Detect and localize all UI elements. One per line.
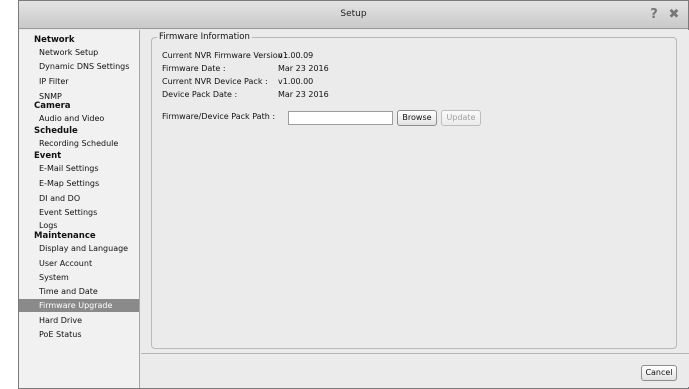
browse-button[interactable]: Browse [397,110,437,126]
sidebar-item-event-settings[interactable]: Event Settings [19,206,139,219]
sidebar-category-schedule: Schedule [34,126,78,136]
window-title: Setup [340,9,367,19]
sidebar-menu: Network Network Setup Dynamic DNS Settin… [19,30,140,388]
close-icon[interactable]: ✖ [666,7,682,23]
device-pack-value: v1.00.00 [278,77,314,86]
sidebar-item-email-settings[interactable]: E-Mail Settings [19,162,139,175]
sidebar-item-user-account[interactable]: User Account [19,257,139,270]
sidebar-item-recording-schedule[interactable]: Recording Schedule [19,137,139,150]
sidebar-category-network: Network [34,35,75,45]
path-label: Firmware/Device Pack Path : [162,112,276,121]
sidebar-category-event: Event [34,151,62,161]
firmware-path-input[interactable] [288,111,393,125]
sidebar-item-audio-video[interactable]: Audio and Video [19,112,139,125]
sidebar-item-network-setup[interactable]: Network Setup [19,46,139,59]
update-button[interactable]: Update [441,110,481,126]
pack-date-value: Mar 23 2016 [278,90,329,99]
sidebar-item-hard-drive[interactable]: Hard Drive [19,314,139,327]
footer-bar: Cancel [141,353,689,387]
firmware-date-value: Mar 23 2016 [278,64,329,73]
title-bar: Setup ? ✖ [19,1,688,29]
sidebar-item-time-date[interactable]: Time and Date [19,285,139,298]
nvr-version-label: Current NVR Firmware Version : [162,51,289,60]
pack-date-label: Device Pack Date : [162,90,238,99]
firmware-date-label: Firmware Date : [162,64,226,73]
sidebar-item-dynamic-dns[interactable]: Dynamic DNS Settings [19,60,139,73]
sidebar-item-ip-filter[interactable]: IP Filter [19,75,139,88]
nvr-version-value: v1.00.09 [278,51,314,60]
help-icon[interactable]: ? [646,7,662,23]
sidebar-item-display-language[interactable]: Display and Language [19,242,139,255]
device-pack-label: Current NVR Device Pack : [162,77,268,86]
main-panel: Firmware Information Current NVR Firmwar… [141,30,689,387]
firmware-info-group: Firmware Information Current NVR Firmwar… [151,32,677,349]
sidebar-item-emap-settings[interactable]: E-Map Settings [19,177,139,190]
group-title: Firmware Information [157,32,252,42]
sidebar-item-di-do[interactable]: DI and DO [19,192,139,205]
sidebar-item-firmware-upgrade[interactable]: Firmware Upgrade [19,299,139,312]
sidebar-category-camera: Camera [34,101,71,111]
sidebar-item-system[interactable]: System [19,271,139,284]
setup-window: Setup ? ✖ Network Network Setup Dynamic … [18,0,689,389]
cancel-button[interactable]: Cancel [641,365,677,381]
sidebar-category-maintenance: Maintenance [34,231,96,241]
sidebar-item-poe-status[interactable]: PoE Status [19,328,139,341]
